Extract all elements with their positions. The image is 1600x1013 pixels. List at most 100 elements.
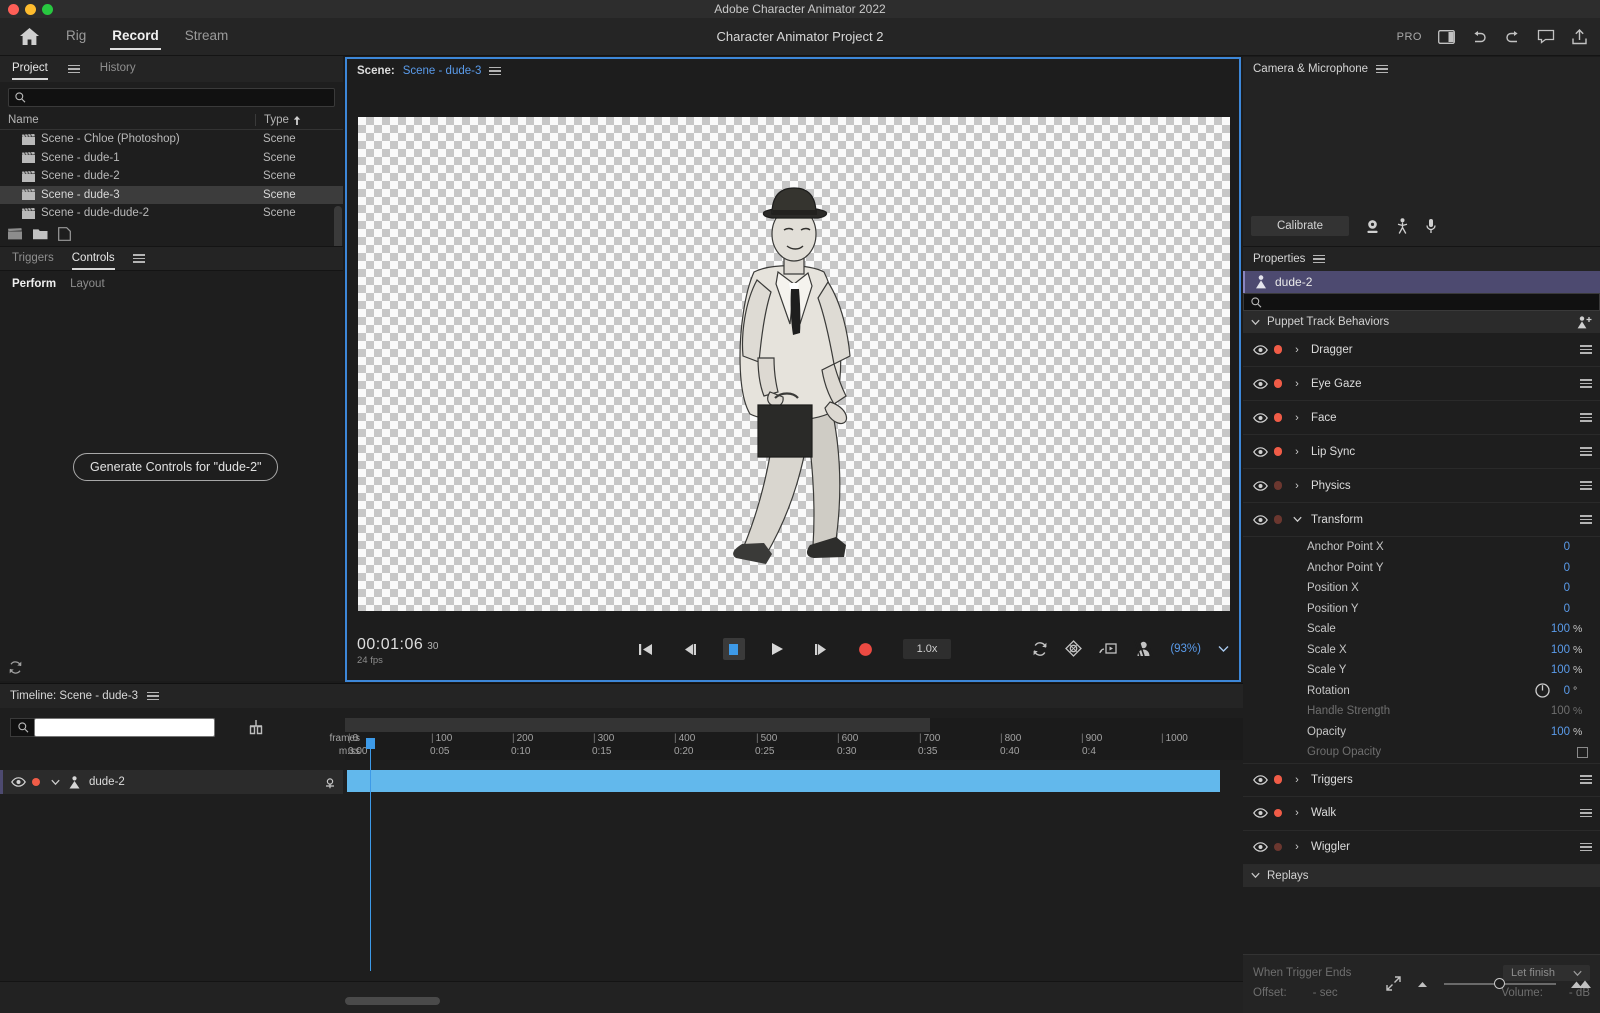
step-back-icon[interactable]	[679, 638, 701, 660]
skip-start-icon[interactable]	[635, 638, 657, 660]
eye-icon[interactable]	[1251, 481, 1269, 491]
layout-icon[interactable]	[1438, 30, 1455, 44]
property-scale-y[interactable]: Scale Y 100 %	[1243, 660, 1600, 681]
property-value[interactable]: 100	[1551, 664, 1570, 676]
record-toggle[interactable]	[1269, 447, 1287, 456]
tab-triggers[interactable]: Triggers	[12, 252, 54, 266]
replays-section-header[interactable]: Replays	[1243, 865, 1600, 887]
zoom-slider-handle[interactable]	[1494, 978, 1505, 989]
chevron-right-icon[interactable]: ›	[1287, 807, 1307, 819]
add-behavior-icon[interactable]	[1577, 316, 1592, 329]
eye-icon[interactable]	[1251, 842, 1269, 852]
property-value[interactable]: 100	[1551, 623, 1570, 635]
record-toggle[interactable]	[1269, 413, 1287, 422]
behavior-menu-icon[interactable]	[1580, 345, 1592, 354]
scene-canvas[interactable]	[358, 117, 1230, 611]
puppet-track-behaviors-section[interactable]: Puppet Track Behaviors	[1243, 311, 1600, 333]
property-value[interactable]: 0	[1564, 541, 1570, 553]
behavior-menu-icon[interactable]	[1580, 775, 1592, 784]
chevron-down-icon[interactable]	[1251, 872, 1260, 879]
timeline-search-input[interactable]	[34, 718, 215, 737]
behavior-row-walk[interactable]: › Walk	[1243, 797, 1600, 831]
snap-icon[interactable]	[247, 719, 265, 735]
chevron-right-icon[interactable]: ›	[1287, 412, 1307, 424]
eye-icon[interactable]	[1251, 345, 1269, 355]
record-toggle[interactable]	[1269, 379, 1287, 388]
chevron-down-icon[interactable]	[1287, 516, 1307, 523]
behavior-menu-icon[interactable]	[1580, 481, 1592, 490]
eye-icon[interactable]	[1251, 808, 1269, 818]
comment-icon[interactable]	[1537, 29, 1555, 44]
behavior-menu-icon[interactable]	[1580, 809, 1592, 818]
properties-search-box[interactable]	[1243, 293, 1600, 311]
record-toggle[interactable]	[1269, 515, 1287, 524]
offset-value[interactable]: - sec	[1313, 987, 1338, 999]
behavior-row-wiggler[interactable]: › Wiggler	[1243, 831, 1600, 865]
stop-button[interactable]	[723, 638, 745, 660]
generate-controls-button[interactable]: Generate Controls for "dude-2"	[73, 453, 278, 481]
chevron-down-icon[interactable]	[1251, 319, 1260, 326]
timeline-search-box[interactable]	[10, 718, 215, 737]
subtab-layout[interactable]: Layout	[70, 278, 105, 290]
chevron-right-icon[interactable]: ›	[1287, 774, 1307, 786]
behavior-menu-icon[interactable]	[1580, 447, 1592, 456]
behavior-row-transform[interactable]: Transform	[1243, 503, 1600, 537]
record-toggle[interactable]	[27, 778, 45, 787]
selected-puppet-bar[interactable]: dude-2	[1243, 271, 1600, 293]
puppet-overlay-icon[interactable]	[1134, 640, 1153, 657]
refresh-icon[interactable]	[8, 660, 23, 675]
record-toggle[interactable]	[1269, 775, 1287, 784]
record-toggle[interactable]	[1269, 481, 1287, 490]
record-toggle[interactable]	[1269, 843, 1287, 852]
column-header-type[interactable]: Type	[255, 114, 343, 126]
scene-panel-menu-icon[interactable]	[489, 67, 501, 76]
property-value[interactable]: 0	[1564, 603, 1570, 615]
playback-speed-button[interactable]: 1.0x	[903, 639, 952, 659]
property-opacity[interactable]: Opacity 100 %	[1243, 722, 1600, 743]
rotation-dial-icon[interactable]	[1535, 683, 1550, 698]
behavior-row-dragger[interactable]: › Dragger	[1243, 333, 1600, 367]
list-item-selected[interactable]: Scene - dude-3 Scene	[0, 186, 343, 205]
behavior-row-lip-sync[interactable]: › Lip Sync	[1243, 435, 1600, 469]
list-item[interactable]: Scene - dude-2 Scene	[0, 167, 343, 186]
record-toggle[interactable]	[1269, 809, 1287, 818]
work-area-bar[interactable]	[345, 718, 930, 732]
timeline-playhead[interactable]	[370, 738, 371, 971]
timeline-horizontal-scrollbar[interactable]	[345, 997, 440, 1005]
chevron-right-icon[interactable]: ›	[1287, 378, 1307, 390]
behavior-menu-icon[interactable]	[1580, 413, 1592, 422]
behavior-menu-icon[interactable]	[1580, 379, 1592, 388]
property-scale-x[interactable]: Scale X 100 %	[1243, 640, 1600, 661]
property-value[interactable]: 100	[1551, 644, 1570, 656]
property-position-x[interactable]: Position X 0	[1243, 578, 1600, 599]
pin-icon[interactable]	[323, 776, 337, 789]
behavior-row-face[interactable]: › Face	[1243, 401, 1600, 435]
list-item[interactable]: Scene - dude-1 Scene	[0, 149, 343, 168]
stream-icon[interactable]	[1099, 641, 1117, 656]
refresh-icon[interactable]	[1032, 641, 1048, 657]
scene-name[interactable]: Scene - dude-3	[403, 65, 482, 77]
eye-icon[interactable]	[9, 777, 27, 787]
tab-controls[interactable]: Controls	[72, 252, 115, 266]
property-scale[interactable]: Scale 100 %	[1243, 619, 1600, 640]
play-button[interactable]	[767, 638, 789, 660]
large-waveform-icon[interactable]	[1570, 979, 1592, 989]
redo-icon[interactable]	[1504, 30, 1521, 44]
list-item[interactable]: Scene - Chloe (Photoshop) Scene	[0, 130, 343, 149]
list-item[interactable]: Scene - dude-dude-2 Scene	[0, 204, 343, 223]
project-panel-menu-icon[interactable]	[68, 65, 80, 74]
step-forward-icon[interactable]	[811, 638, 833, 660]
timeline-menu-icon[interactable]	[147, 692, 159, 701]
small-waveform-icon[interactable]	[1415, 979, 1430, 988]
properties-panel-menu-icon[interactable]	[1313, 255, 1325, 264]
zoom-slider[interactable]	[1444, 983, 1556, 985]
new-folder-icon[interactable]	[33, 228, 48, 240]
behavior-row-physics[interactable]: › Physics	[1243, 469, 1600, 503]
property-value[interactable]: 0	[1564, 562, 1570, 574]
fit-icon[interactable]	[1386, 976, 1401, 991]
puppet-character[interactable]	[658, 172, 928, 582]
zoom-level-label[interactable]: (93%)	[1170, 643, 1201, 655]
timeline-clip-dude-2[interactable]	[347, 770, 1220, 792]
timeline-track-row[interactable]: dude-2	[0, 770, 343, 794]
webcam-icon[interactable]	[1365, 219, 1380, 234]
